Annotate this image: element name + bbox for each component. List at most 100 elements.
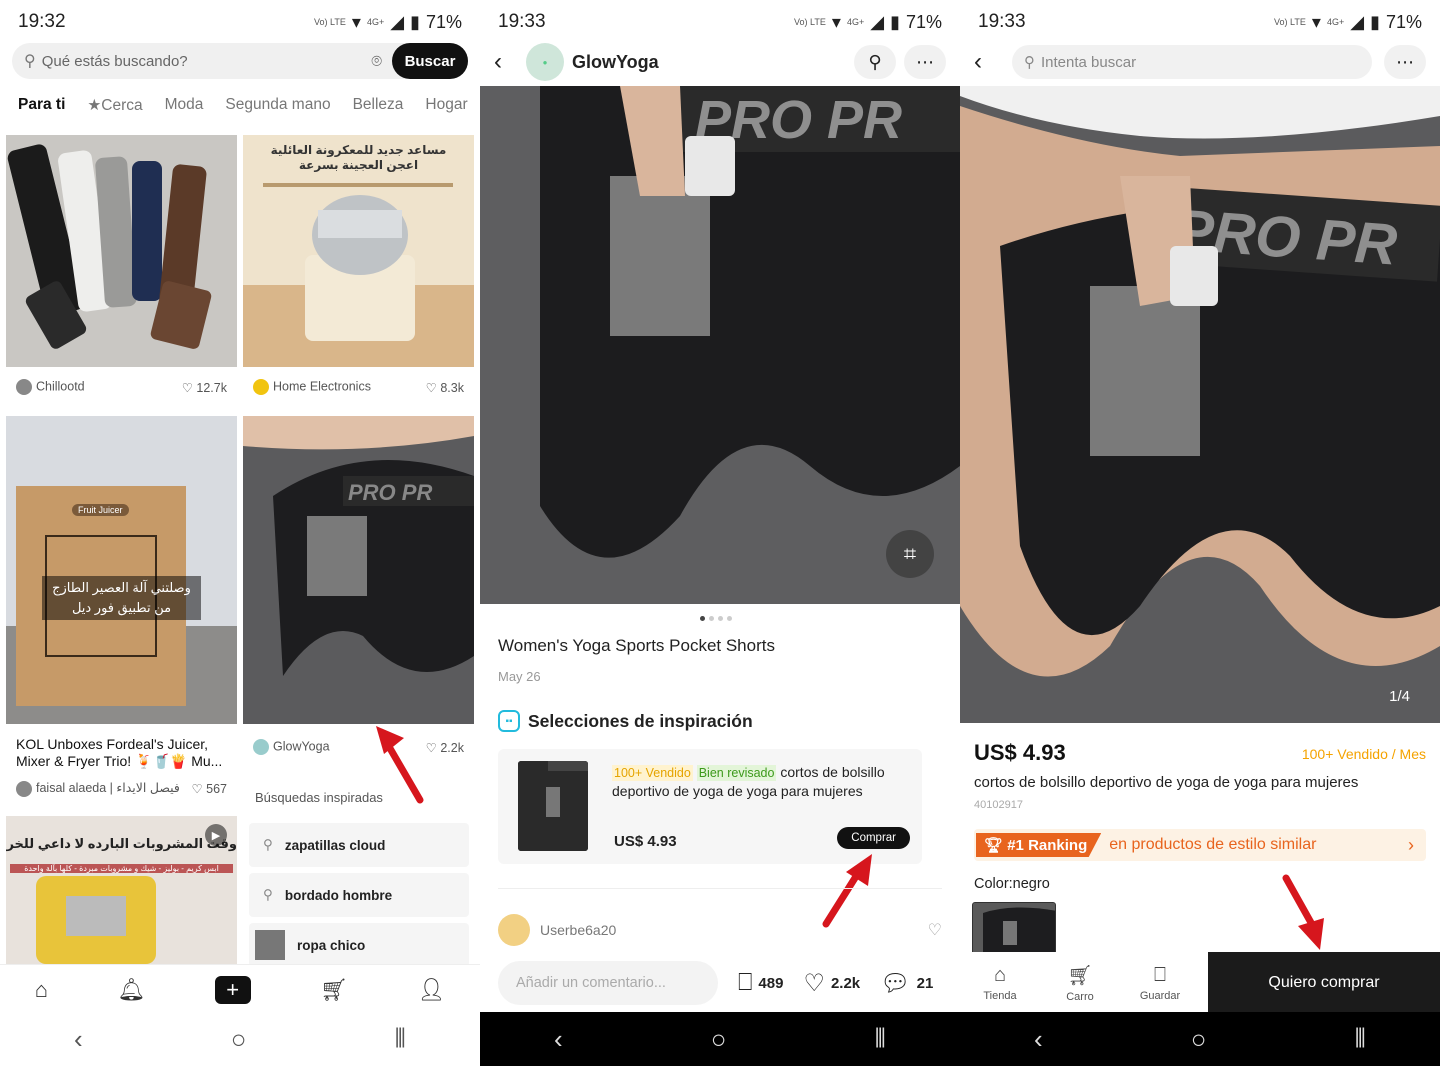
red-arrow-annotation: [376, 726, 424, 804]
recents-icon[interactable]: ⦀: [1355, 1023, 1366, 1055]
cart-button[interactable]: 🛒︎ Carro: [1040, 952, 1120, 1014]
battery-icon: ▮: [410, 11, 420, 32]
shop-name[interactable]: GlowYoga: [572, 52, 854, 73]
signal-icon: ◢: [870, 11, 885, 32]
comments-button[interactable]: 💬︎ 21: [880, 969, 933, 998]
battery-level: 71%: [1385, 11, 1422, 32]
thumbnail: [255, 930, 285, 960]
network-type: 4G+: [1326, 16, 1345, 27]
buy-button[interactable]: Comprar: [837, 827, 910, 849]
screen-post: 19:33 Vo) LTE ▾ 4G+ ◢ ▮ 71% ‹ ● GlowYoga…: [480, 0, 960, 1066]
search-suggestion[interactable]: ⚲ zapatillas cloud: [249, 823, 469, 867]
tab-belleza[interactable]: Belleza: [353, 96, 404, 115]
product-photo: PRO PR: [960, 86, 1440, 723]
search-button[interactable]: Buscar: [392, 43, 468, 79]
tab-para-ti[interactable]: Para ti: [18, 96, 65, 115]
heart-icon[interactable]: ♡: [182, 381, 193, 395]
color-swatch[interactable]: [972, 902, 1056, 956]
heart-icon[interactable]: ♡: [928, 920, 942, 940]
screen-product: 19:33 Vo) LTE ▾ 4G+ ◢ ▮ 71% ‹ ⚲ Intenta …: [960, 0, 1440, 1066]
buy-now-button[interactable]: Quiero comprar: [1208, 952, 1440, 1014]
play-icon[interactable]: ▶: [205, 824, 227, 846]
home-circle-icon[interactable]: ○: [231, 1024, 247, 1055]
search-input[interactable]: Qué estás buscando?: [42, 53, 371, 70]
search-suggestion[interactable]: ropa chico: [249, 923, 469, 967]
recents-icon[interactable]: ⦀: [395, 1023, 406, 1055]
back-arrow-icon[interactable]: ‹: [494, 48, 520, 76]
feed-card[interactable]: مساعد جديد للمعكرونة العائلية اعجن العجي…: [243, 135, 474, 410]
tab-hogar[interactable]: Hogar: [425, 96, 467, 115]
shop-avatar[interactable]: ●: [526, 43, 564, 81]
profile-icon[interactable]: 👤︎: [417, 977, 445, 1003]
card-overlay-text: مساعد جديد للمعكرونة العائلية اعجن العجي…: [270, 143, 447, 172]
signal-icon: ◢: [390, 11, 405, 32]
product-card[interactable]: 100+ Vendido Bien revisado cortos de bol…: [498, 749, 922, 864]
like-button[interactable]: ♡ 2.2k: [803, 969, 860, 998]
visual-search-icon[interactable]: ⌗: [886, 530, 934, 578]
camera-icon[interactable]: ⌾: [371, 51, 382, 72]
red-arrow-annotation: [822, 854, 872, 928]
system-nav-bar: ‹ ○ ⦀: [960, 1012, 1440, 1066]
like-count: 8.3k: [440, 380, 464, 395]
inspired-searches-title: Búsquedas inspiradas: [255, 790, 383, 805]
save-button[interactable]: ⎕ 489: [738, 969, 783, 997]
card-title: KOL Unboxes Fordeal's Juicer, Mixer & Fr…: [16, 736, 223, 769]
ranking-banner[interactable]: 🏆︎ #1 Ranking en productos de estilo sim…: [974, 829, 1426, 861]
tab-cerca[interactable]: ★Cerca: [87, 96, 142, 115]
comment-author: Userbe6a20: [498, 914, 616, 946]
more-icon[interactable]: ⋯: [1384, 45, 1426, 79]
bell-icon[interactable]: 🔔︎: [117, 977, 145, 1003]
image-pagination: [700, 616, 732, 621]
more-icon[interactable]: ⋯: [904, 45, 946, 79]
cart-icon: 🛒︎: [1067, 965, 1093, 987]
avatar: [16, 379, 32, 395]
card-overlay-text: وقت المشروبات البارده لا داعي للخروج: [6, 836, 237, 851]
search-icon[interactable]: ⚲: [854, 45, 896, 79]
save-button[interactable]: ⎕ Guardar: [1120, 952, 1200, 1014]
post-header: ‹ ● GlowYoga ⚲ ⋯: [480, 42, 960, 82]
feed-card[interactable]: وقت المشروبات البارده لا داعي للخروج ابس…: [6, 816, 237, 964]
search-icon: ⚲: [263, 887, 273, 902]
recents-icon[interactable]: ⦀: [875, 1023, 886, 1055]
sold-badge: 100+ Vendido: [612, 765, 693, 781]
search-icon: ⚲: [1024, 54, 1035, 71]
home-circle-icon[interactable]: ○: [1191, 1024, 1207, 1055]
svg-text:PRO PR: PRO PR: [348, 480, 432, 505]
product-price: US$ 4.93: [974, 740, 1066, 765]
heart-icon[interactable]: ♡: [426, 381, 437, 395]
search-input[interactable]: ⚲ Intenta buscar: [1012, 45, 1372, 79]
back-icon[interactable]: ‹: [74, 1024, 83, 1055]
product-title: cortos de bolsillo deportivo de yoga de …: [974, 774, 1359, 791]
category-tabs: Para ti ★Cerca Moda Segunda mano Belleza…: [18, 96, 470, 115]
ranking-badge: #1 Ranking: [1007, 836, 1088, 854]
network-type: 4G+: [846, 16, 865, 27]
cart-icon[interactable]: 🛒︎: [320, 977, 348, 1003]
battery-icon: ▮: [1370, 11, 1380, 32]
store-button[interactable]: ⌂ Tienda: [960, 952, 1040, 1014]
feed-card[interactable]: Chillootd ♡ 12.7k: [6, 135, 237, 410]
heart-icon[interactable]: ♡: [191, 782, 202, 796]
feed-card[interactable]: Fruit Juicer وصلتني آلة العصير الطازج من…: [6, 416, 237, 802]
tab-moda[interactable]: Moda: [165, 96, 204, 115]
tab-segunda-mano[interactable]: Segunda mano: [225, 96, 330, 115]
home-circle-icon[interactable]: ○: [711, 1024, 727, 1055]
box-label: Fruit Juicer: [72, 504, 129, 516]
search-suggestion[interactable]: ⚲ bordado hombre: [249, 873, 469, 917]
card-author: Chillootd: [36, 379, 85, 394]
back-arrow-icon[interactable]: ‹: [974, 48, 1000, 76]
home-icon[interactable]: ⌂: [35, 977, 48, 1003]
status-time: 19:33: [498, 11, 546, 32]
back-icon[interactable]: ‹: [1034, 1024, 1043, 1055]
search-bar[interactable]: ⚲ Qué estás buscando? ⌾ Buscar: [12, 43, 468, 79]
feed-card[interactable]: PRO PR GlowYoga ♡ 2.2k: [243, 416, 474, 760]
battery-level: 71%: [905, 11, 942, 32]
back-icon[interactable]: ‹: [554, 1024, 563, 1055]
plus-button[interactable]: +: [214, 975, 251, 1004]
image-counter: 1/4: [1389, 688, 1410, 705]
product-image: [6, 135, 237, 367]
trophy-icon: 🏆︎: [984, 837, 1008, 854]
comment-input[interactable]: Añadir un comentario...: [498, 961, 718, 1005]
like-count: 2.2k: [440, 740, 464, 755]
product-photo: PRO PR: [480, 86, 960, 604]
avatar: [498, 914, 530, 946]
